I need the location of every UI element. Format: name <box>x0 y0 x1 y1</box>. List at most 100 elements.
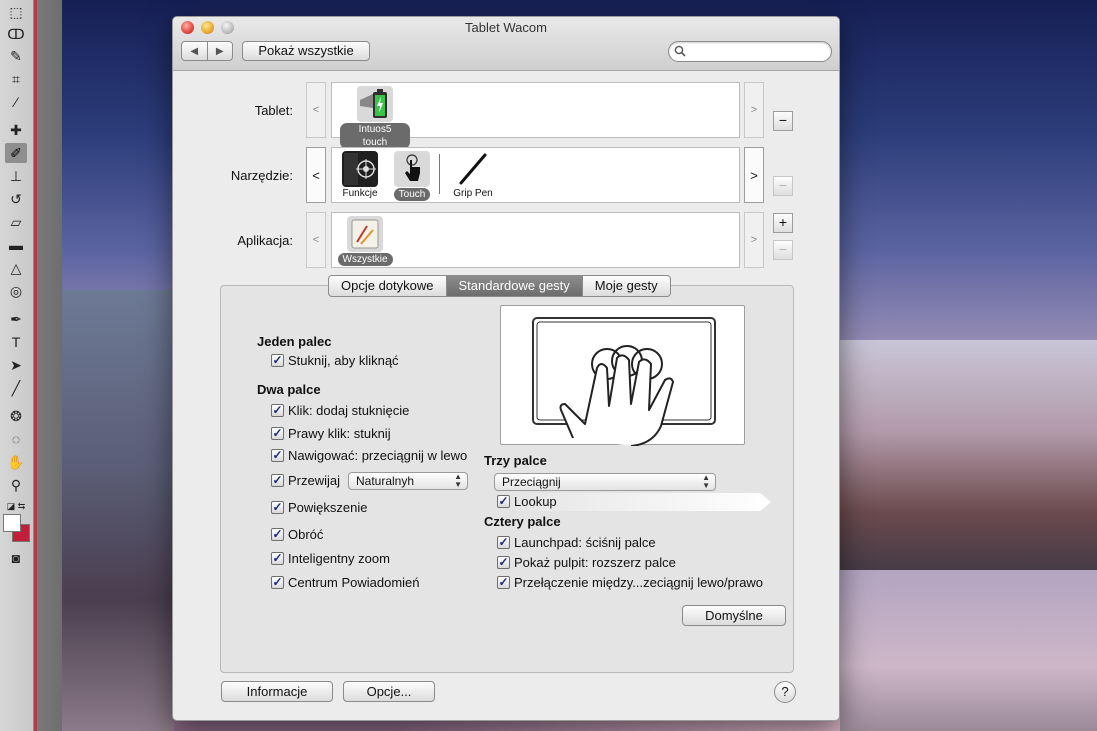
right-click-checkbox[interactable]: ✓ Prawy klik: stuknij <box>271 426 391 441</box>
search-field[interactable] <box>668 41 832 62</box>
tab-standard-gestures[interactable]: Standardowe gesty <box>445 276 582 296</box>
dodge-tool-icon[interactable]: ◎ <box>5 281 27 301</box>
crop-tool-icon[interactable]: ⌗ <box>5 69 27 89</box>
show-all-button[interactable]: Pokaż wszystkie <box>242 41 370 61</box>
touch-icon <box>394 151 430 187</box>
quick-select-tool-icon[interactable]: ✎ <box>5 46 27 66</box>
switch-spaces-checkbox[interactable]: ✓ Przełączenie między...zeciągnij lewo/pr… <box>497 575 763 590</box>
tablet-strip: Intuos5 touch <box>331 82 740 149</box>
checkmark-icon: ✓ <box>497 555 510 569</box>
two-fingers-heading: Dwa palce <box>257 382 321 397</box>
lookup-checkbox[interactable]: ✓ Lookup <box>497 494 557 509</box>
checkmark-icon: ✓ <box>271 473 284 487</box>
type-tool-icon[interactable]: T <box>5 332 27 352</box>
3d-rotate-tool-icon[interactable]: ❂ <box>5 406 27 426</box>
checkmark-icon: ✓ <box>271 527 284 541</box>
tap-to-click-checkbox[interactable]: ✓ Stuknij, aby kliknąć <box>271 353 399 368</box>
checkmark-icon: ✓ <box>497 494 510 508</box>
nav-buttons: ◀ ▶ <box>181 41 233 61</box>
show-desktop-checkbox[interactable]: ✓ Pokaż pulpit: rozszerz palce <box>497 555 676 570</box>
tablet-next-button[interactable]: > <box>744 82 764 138</box>
back-icon[interactable]: ◀ <box>182 42 207 60</box>
3d-orbit-tool-icon[interactable]: ◌ <box>5 429 27 449</box>
app-next-button[interactable]: > <box>744 212 764 268</box>
brush-tool-icon[interactable]: ✐ <box>5 143 27 163</box>
functions-icon <box>342 151 378 187</box>
tool-palette: ⬚ ↀ ✎ ⌗ ⁄ ✚ ✐ ⊥ ↺ ▱ ▬ △ ◎ ✒ T ➤ ╱ ❂ ◌ ✋ … <box>0 0 34 731</box>
zoom-checkbox[interactable]: ✓ Powiększenie <box>271 500 368 515</box>
info-button[interactable]: Informacje <box>221 681 333 702</box>
checkmark-icon: ✓ <box>271 500 284 514</box>
checkmark-icon: ✓ <box>497 575 510 589</box>
marquee-tool-icon[interactable]: ⬚ <box>5 2 27 22</box>
window-title: Tablet Wacom <box>465 20 547 35</box>
tablet-item-label: Intuos5 touch <box>340 123 410 149</box>
tool-item-touch-label: Touch <box>393 188 431 201</box>
checkmark-icon: ✓ <box>271 403 284 417</box>
options-button[interactable]: Opcje... <box>343 681 435 702</box>
app-prev-button[interactable]: < <box>306 212 326 268</box>
title-bar: Tablet Wacom ◀ ▶ Pokaż wszystkie <box>173 17 839 71</box>
hand-tool-icon[interactable]: ✋ <box>5 452 27 472</box>
zoom-tool-icon[interactable]: ⚲ <box>5 475 27 495</box>
launchpad-checkbox[interactable]: ✓ Launchpad: ściśnij palce <box>497 535 656 550</box>
scroll-checkbox[interactable]: ✓ Przewijaj <box>271 473 340 488</box>
app-item-all[interactable]: Wszystkie <box>330 215 400 267</box>
tool-item-touch[interactable]: Touch <box>377 150 447 202</box>
history-brush-tool-icon[interactable]: ↺ <box>5 189 27 209</box>
gradient-tool-icon[interactable]: ▬ <box>5 235 27 255</box>
defaults-button[interactable]: Domyślne <box>682 605 786 626</box>
application-strip: Wszystkie <box>331 212 740 268</box>
forward-icon[interactable]: ▶ <box>206 42 233 60</box>
four-fingers-heading: Cztery palce <box>484 514 561 529</box>
tab-my-gestures[interactable]: Moje gesty <box>581 276 670 296</box>
stamp-tool-icon[interactable]: ⊥ <box>5 166 27 186</box>
smart-zoom-checkbox[interactable]: ✓ Inteligentny zoom <box>271 551 390 566</box>
eyedropper-tool-icon[interactable]: ⁄ <box>5 92 27 112</box>
checkmark-icon: ✓ <box>271 448 284 462</box>
remove-tool-button[interactable]: − <box>773 176 793 196</box>
notification-center-checkbox[interactable]: ✓ Centrum Powiadomień <box>271 575 420 590</box>
tablet-prev-button[interactable]: < <box>306 82 326 138</box>
gesture-tabs: Opcje dotykowe Standardowe gesty Moje ge… <box>328 275 671 297</box>
app-item-all-label: Wszystkie <box>337 253 393 266</box>
updown-icon: ▲ ▼ <box>454 472 462 489</box>
eraser-tool-icon[interactable]: ▱ <box>5 212 27 232</box>
tab-touch-options[interactable]: Opcje dotykowe <box>329 276 446 296</box>
tablet-item[interactable]: Intuos5 touch <box>340 85 410 149</box>
healing-tool-icon[interactable]: ✚ <box>5 120 27 140</box>
add-application-button[interactable]: + <box>773 213 793 233</box>
pen-tool-icon[interactable]: ✒ <box>5 309 27 329</box>
three-fingers-heading: Trzy palce <box>484 453 547 468</box>
pen-icon <box>455 151 491 187</box>
tool-prev-button[interactable]: < <box>306 147 326 203</box>
quick-mask-icon[interactable]: ◙ <box>5 548 27 568</box>
tool-next-button[interactable]: > <box>744 147 764 203</box>
navigate-checkbox[interactable]: ✓ Nawigować: przeciągnij w lewo <box>271 448 483 463</box>
tool-item-grip-pen-label: Grip Pen <box>453 188 493 199</box>
tool-item-grip-pen[interactable]: Grip Pen <box>438 150 508 202</box>
checkmark-icon: ✓ <box>271 426 284 440</box>
tablet-label: Tablet: <box>254 103 293 118</box>
updown-icon: ▲ ▼ <box>702 473 710 490</box>
path-select-tool-icon[interactable]: ➤ <box>5 355 27 375</box>
line-tool-icon[interactable]: ╱ <box>5 378 27 398</box>
blur-tool-icon[interactable]: △ <box>5 258 27 278</box>
remove-application-button[interactable]: − <box>773 240 793 260</box>
help-button[interactable]: ? <box>774 681 796 703</box>
checkmark-icon: ✓ <box>271 575 284 589</box>
lasso-tool-icon[interactable]: ↀ <box>5 24 27 44</box>
swap-colors-icon[interactable]: ◪ ⇆ <box>5 496 27 516</box>
rotate-checkbox[interactable]: ✓ Obróć <box>271 527 323 542</box>
checkmark-icon: ✓ <box>271 551 284 565</box>
applications-icon <box>347 216 383 252</box>
desktop-photo-left <box>62 290 174 731</box>
wacom-tablet-window: Tablet Wacom ◀ ▶ Pokaż wszystkie Tablet:… <box>172 16 840 721</box>
canvas-edge <box>34 0 62 731</box>
secondary-tap-checkbox[interactable]: ✓ Klik: dodaj stuknięcie <box>271 403 409 418</box>
scroll-direction-select[interactable]: Naturalnyh ▲ ▼ <box>348 472 468 490</box>
three-finger-select[interactable]: Przeciągnij ▲ ▼ <box>494 473 716 491</box>
one-finger-heading: Jeden palec <box>257 334 332 349</box>
gesture-preview <box>500 305 745 447</box>
remove-tablet-button[interactable]: − <box>773 111 793 131</box>
